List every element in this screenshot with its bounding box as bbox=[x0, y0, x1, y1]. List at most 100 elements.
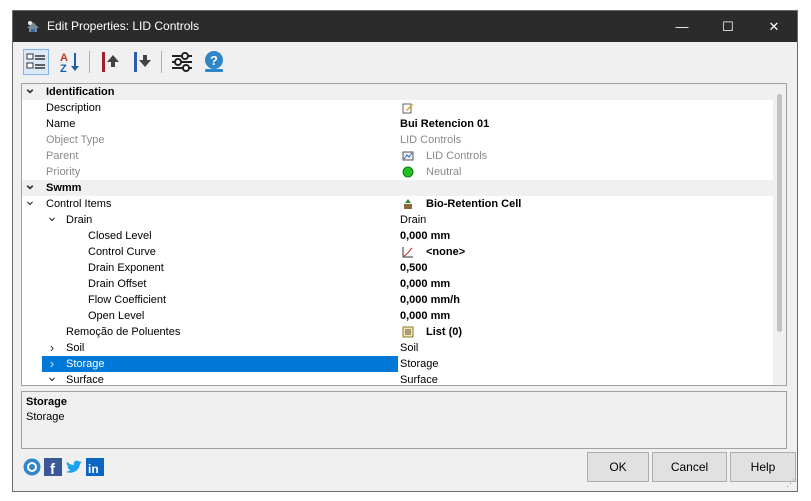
property-name: Name bbox=[46, 118, 76, 130]
property-value-text: Bui Retencion 01 bbox=[400, 118, 490, 130]
property-value-text: List (0) bbox=[426, 326, 463, 338]
chevron-down-icon[interactable]: ⌄ bbox=[46, 209, 58, 228]
property-row[interactable]: Description bbox=[22, 100, 774, 116]
maximize-button[interactable]: ☐ bbox=[705, 11, 751, 42]
property-row[interactable]: ⌄ Drain Drain bbox=[22, 209, 774, 228]
description-panel: Storage Storage bbox=[21, 391, 787, 449]
property-name: Drain Offset bbox=[88, 278, 147, 290]
bio-icon bbox=[404, 199, 412, 209]
property-value-text: Soil bbox=[400, 342, 419, 354]
property-value-text: 0,000 mm bbox=[400, 278, 451, 290]
green-dot-icon bbox=[402, 166, 414, 178]
property-name: Surface bbox=[66, 374, 104, 386]
property-name: Flow Coefficient bbox=[88, 294, 167, 306]
property-grid: ⌄ Identification Description Name Bui Retenc… bbox=[21, 83, 787, 386]
scrollbar-thumb[interactable] bbox=[777, 94, 782, 332]
app-icon bbox=[27, 21, 39, 32]
property-name: Drain bbox=[66, 214, 93, 226]
property-name: Soil bbox=[66, 342, 85, 354]
chevron-right-icon[interactable]: › bbox=[46, 340, 58, 356]
facebook-icon[interactable]: f bbox=[44, 458, 62, 476]
property-row[interactable]: ⌄ Control Items Bio-Retention Cell bbox=[22, 193, 774, 212]
categorized-icon bbox=[26, 53, 45, 69]
resize-grip[interactable]: ⋰ bbox=[786, 478, 795, 489]
property-name: Parent bbox=[46, 150, 79, 162]
property-value-text: LID Controls bbox=[426, 150, 488, 162]
description-title: Storage bbox=[26, 396, 67, 408]
property-name: Description bbox=[46, 102, 102, 114]
property-value-text: 0,000 mm bbox=[400, 310, 451, 322]
linkedin-icon[interactable]: in bbox=[86, 458, 104, 476]
ok-button[interactable]: OK bbox=[587, 452, 649, 482]
edit-properties-window: Edit Properties: LID Controls — ☐ ✕ A Z bbox=[12, 10, 798, 492]
property-value-text: Bio-Retention Cell bbox=[426, 198, 522, 210]
close-button[interactable]: ✕ bbox=[751, 11, 797, 42]
property-row[interactable]: › Storage Storage bbox=[22, 356, 774, 372]
help-button-toolbar[interactable]: ? bbox=[201, 49, 227, 75]
category-row[interactable]: ⌄ Identification bbox=[22, 84, 774, 100]
move-down-button[interactable] bbox=[129, 49, 155, 75]
edit-icon bbox=[402, 103, 413, 114]
property-value-text: Surface bbox=[400, 374, 438, 386]
sort-az-icon: A Z bbox=[60, 52, 79, 75]
property-name: Object Type bbox=[46, 134, 105, 146]
property-row[interactable]: Object Type LID Controls bbox=[22, 132, 774, 148]
property-name: Storage bbox=[66, 358, 105, 370]
property-value-text: 0,500 bbox=[400, 262, 428, 274]
property-row[interactable]: Drain Offset 0,000 mm bbox=[22, 276, 774, 292]
toolbar-separator bbox=[89, 51, 90, 73]
property-name: Control Curve bbox=[88, 246, 156, 258]
alphabetical-sort-button[interactable]: A Z bbox=[57, 49, 83, 75]
property-value-text: LID Controls bbox=[400, 134, 462, 146]
property-row[interactable]: ⌄ Surface Surface bbox=[22, 369, 774, 386]
categorized-view-button[interactable] bbox=[23, 49, 49, 75]
window-title: Edit Properties: LID Controls bbox=[47, 19, 200, 33]
property-name: Identification bbox=[46, 86, 115, 98]
toolbar: A Z ? bbox=[13, 42, 797, 82]
property-row[interactable]: Name Bui Retencion 01 bbox=[22, 116, 774, 132]
toolbar-separator bbox=[161, 51, 162, 73]
property-row[interactable]: Parent LID Controls bbox=[22, 148, 774, 164]
property-row[interactable]: Control Curve <none> bbox=[22, 244, 774, 260]
chevron-down-icon[interactable]: ⌄ bbox=[24, 193, 36, 212]
help-circle-icon[interactable] bbox=[23, 458, 41, 476]
property-row[interactable]: Flow Coefficient 0,000 mm/h bbox=[22, 292, 774, 308]
cancel-button[interactable]: Cancel bbox=[652, 452, 727, 482]
property-name: Swmm bbox=[46, 182, 82, 194]
property-name: Open Level bbox=[88, 310, 145, 322]
chevron-down-icon[interactable]: ⌄ bbox=[24, 84, 36, 100]
property-value-text: <none> bbox=[426, 246, 466, 258]
twitter-icon[interactable] bbox=[65, 458, 83, 476]
svg-text:in: in bbox=[88, 462, 99, 476]
property-name: Priority bbox=[46, 166, 81, 178]
move-up-button[interactable] bbox=[97, 49, 123, 75]
property-row[interactable]: Drain Exponent 0,500 bbox=[22, 260, 774, 276]
property-name: Drain Exponent bbox=[88, 262, 164, 274]
property-name: Remoção de Poluentes bbox=[66, 326, 181, 338]
sliders-icon bbox=[172, 52, 192, 72]
property-row[interactable]: Priority Neutral bbox=[22, 164, 774, 180]
title-bar[interactable]: Edit Properties: LID Controls — ☐ ✕ bbox=[13, 11, 797, 42]
property-row[interactable]: › Soil Soil bbox=[22, 340, 774, 356]
chevron-down-icon[interactable]: ⌄ bbox=[46, 369, 58, 385]
category-row[interactable]: ⌄ Swmm bbox=[22, 177, 774, 196]
property-row[interactable]: Remoção de Poluentes List (0) bbox=[22, 324, 774, 340]
svg-text:?: ? bbox=[210, 53, 218, 68]
move-down-icon bbox=[134, 52, 151, 72]
vertical-scrollbar[interactable] bbox=[773, 84, 786, 385]
property-value-text: 0,000 mm/h bbox=[400, 294, 460, 306]
property-value-text: Storage bbox=[400, 358, 439, 370]
description-text: Storage bbox=[26, 411, 65, 423]
property-row[interactable]: Open Level 0,000 mm bbox=[22, 308, 774, 324]
move-up-icon bbox=[102, 52, 119, 72]
list-icon bbox=[402, 326, 414, 338]
lid-icon bbox=[402, 151, 414, 161]
property-row[interactable]: Closed Level 0,000 mm bbox=[22, 228, 774, 244]
svg-text:Z: Z bbox=[60, 63, 67, 75]
property-value-text: Neutral bbox=[426, 166, 462, 178]
help-icon: ? bbox=[205, 51, 223, 72]
curve-icon bbox=[402, 247, 413, 258]
settings-button[interactable] bbox=[169, 49, 195, 75]
property-value-text: Drain bbox=[400, 214, 427, 226]
minimize-button[interactable]: — bbox=[659, 11, 705, 42]
